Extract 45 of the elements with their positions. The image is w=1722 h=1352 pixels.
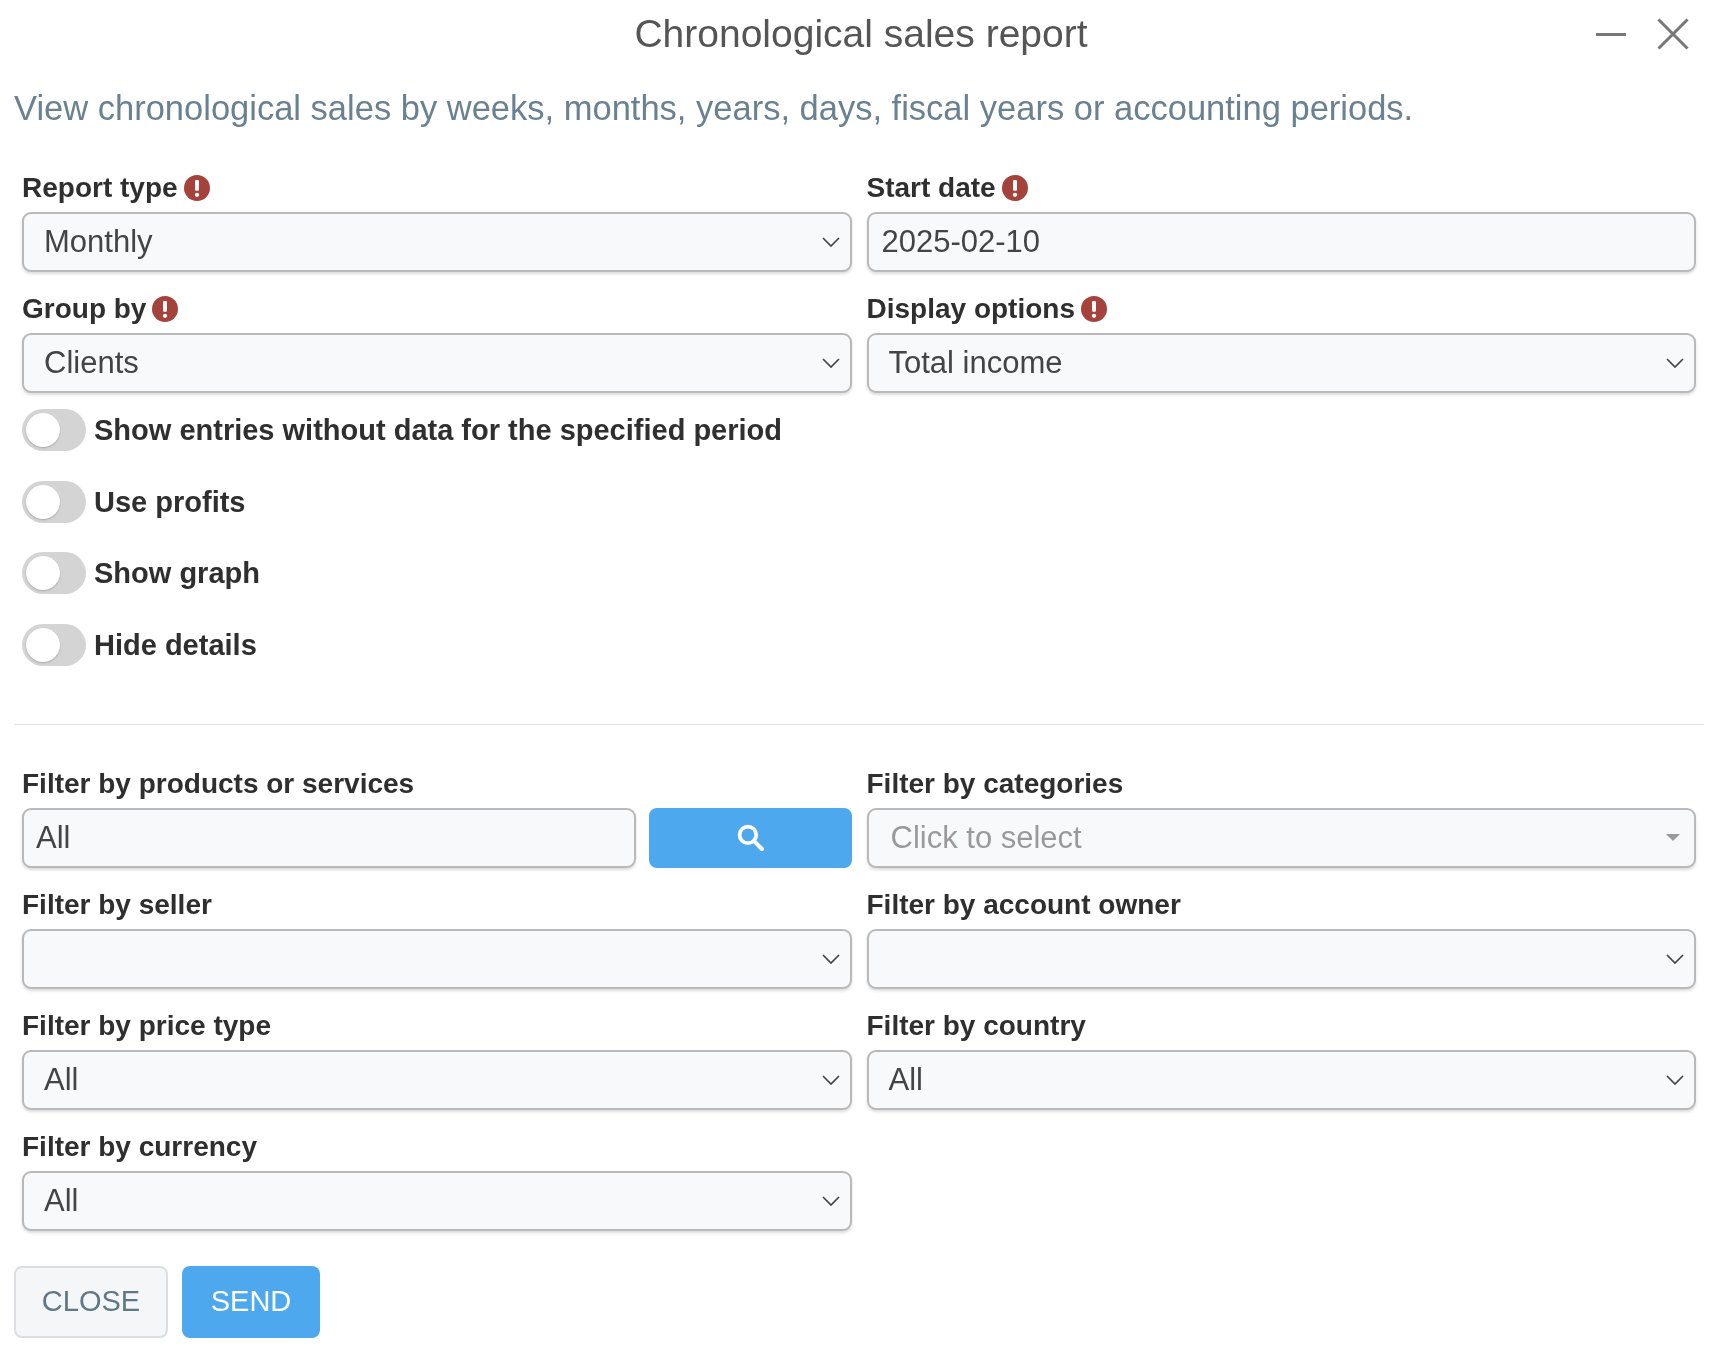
toggle-switch[interactable]: [22, 480, 86, 523]
search-field[interactable]: All: [22, 807, 636, 868]
dropdown-field[interactable]: Total income: [866, 333, 1696, 393]
toggle-switch[interactable]: [22, 409, 86, 451]
field-label: Report type: [22, 171, 178, 205]
dropdown-field[interactable]: All: [22, 1049, 852, 1110]
chevron-down-icon: [821, 237, 840, 247]
chevron-down-icon: [821, 1195, 840, 1206]
field-label: Filter by products or services: [22, 766, 415, 801]
field-label: Filter by price type: [22, 1008, 271, 1043]
field-label: Filter by account owner: [866, 887, 1181, 922]
toggle-label: Use profits: [94, 484, 246, 520]
field-label: Filter by seller: [22, 887, 212, 922]
toggle-switch[interactable]: [22, 552, 86, 594]
window-title: Chronological sales report: [634, 11, 1088, 57]
dropdown-field[interactable]: Monthly: [22, 212, 852, 272]
toggle-label: Show entries without data for the specified period: [94, 413, 782, 448]
close-icon[interactable]: [1657, 18, 1689, 50]
dropdown-field[interactable]: Clients: [22, 333, 852, 393]
chevron-down-icon: [1666, 953, 1684, 964]
search-icon: [736, 824, 764, 851]
chevron-down-icon: [1666, 1074, 1684, 1085]
close-button[interactable]: CLOSE: [14, 1265, 168, 1338]
description-text: View chronological sales by weeks, months, years, days, fiscal years or accounting periods.: [14, 88, 1415, 128]
toggle-label: Show graph: [94, 556, 260, 591]
field-label: Display options: [866, 292, 1075, 326]
chevron-down-icon: [821, 953, 840, 964]
dropdown-field[interactable]: All: [866, 1049, 1696, 1110]
toggle-label: Hide details: [94, 627, 257, 663]
field-label: Filter by categories: [866, 766, 1124, 801]
search-button[interactable]: [648, 807, 852, 868]
field-label: Start date: [866, 171, 996, 205]
chevron-down-icon: [821, 1074, 840, 1085]
minimize-icon[interactable]: [1596, 32, 1626, 36]
dropdown-field[interactable]: [22, 928, 852, 989]
field-label: Group by: [22, 292, 147, 326]
toggle-switch[interactable]: [22, 623, 86, 666]
date-field[interactable]: 2025-02-10: [866, 212, 1696, 272]
chevron-down-icon: [1666, 358, 1684, 368]
dropdown-field[interactable]: All: [22, 1170, 852, 1231]
chevron-down-icon: [821, 358, 840, 368]
caret-down-icon: [1666, 834, 1680, 841]
field-label: Filter by currency: [22, 1129, 257, 1164]
field-label: Filter by country: [866, 1008, 1086, 1043]
dropdown-field[interactable]: [866, 928, 1696, 989]
